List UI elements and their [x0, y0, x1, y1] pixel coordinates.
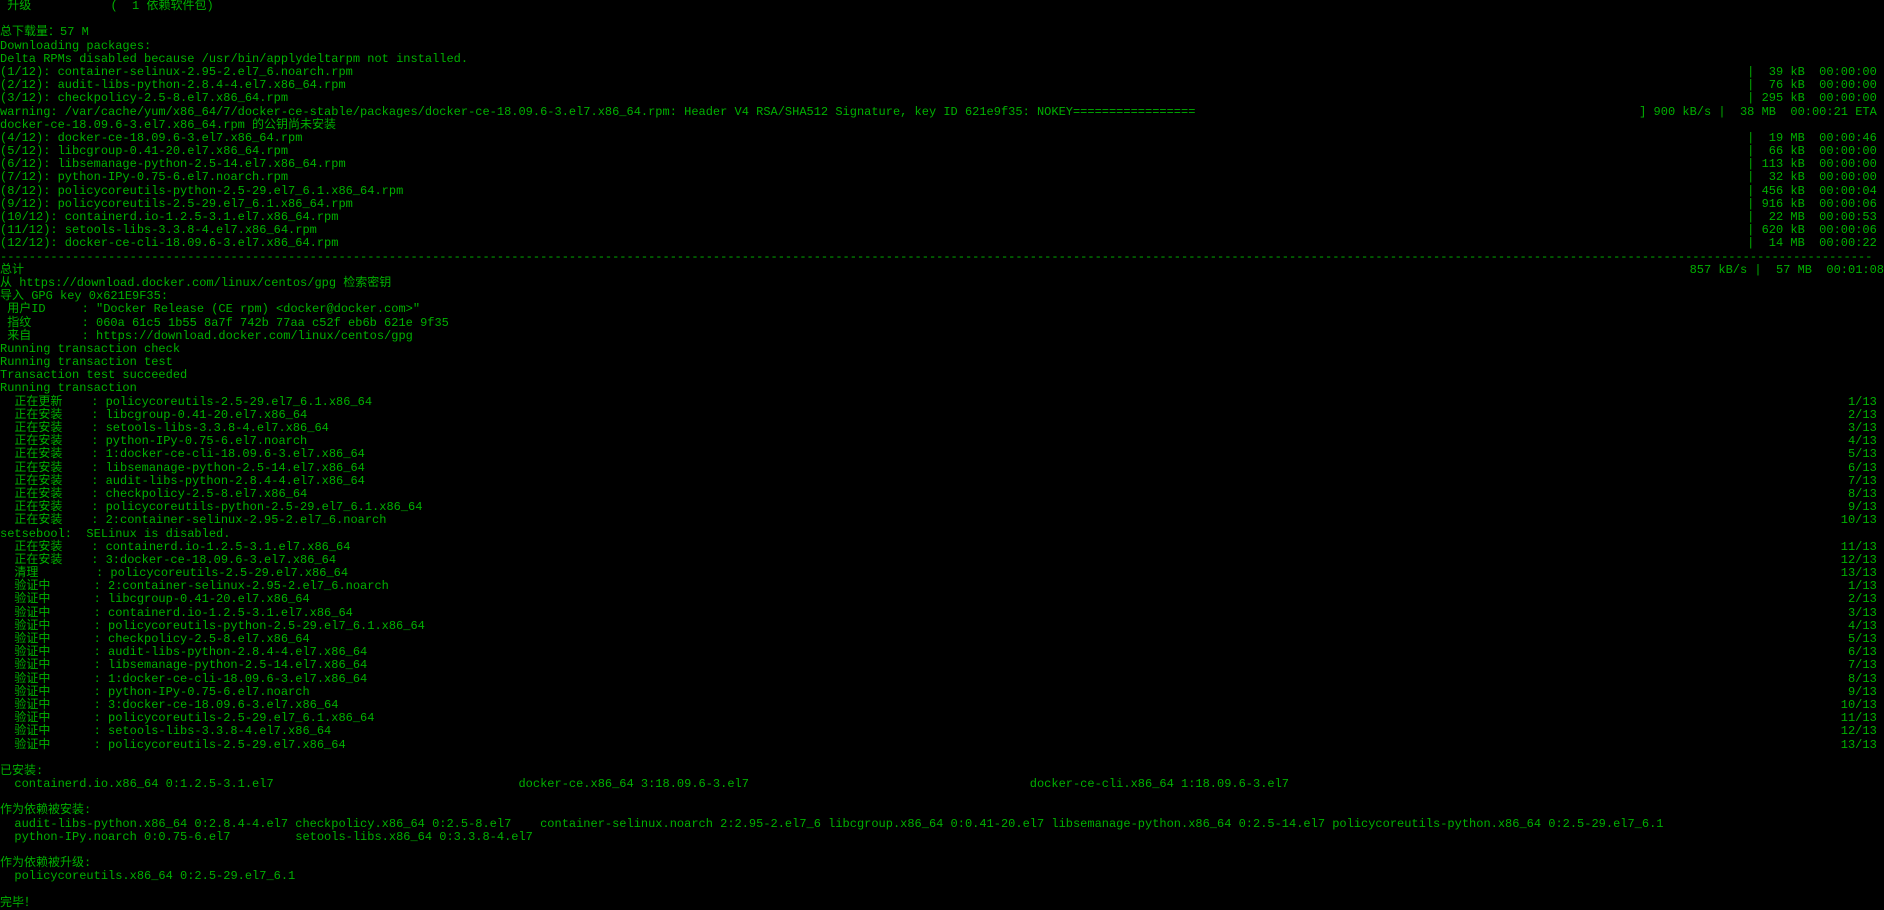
terminal-line: 总下载量：57 M	[0, 26, 1884, 39]
terminal-line: 作为依赖被安装:	[0, 804, 1884, 817]
terminal-line: (8/12): policycoreutils-python-2.5-29.el…	[0, 185, 1884, 198]
terminal-line: 来自 : https://download.docker.com/linux/c…	[0, 330, 1884, 343]
terminal-line: 验证中 : python-IPy-0.75-6.el7.noarch 9/13	[0, 686, 1884, 699]
terminal-line: Running transaction check	[0, 343, 1884, 356]
terminal-line: docker-ce-18.09.6-3.el7.x86_64.rpm 的公钥尚未…	[0, 119, 1884, 132]
terminal-line: policycoreutils.x86_64 0:2.5-29.el7_6.1	[0, 870, 1884, 883]
terminal-line: (7/12): python-IPy-0.75-6.el7.noarch.rpm…	[0, 171, 1884, 184]
terminal-line: (3/12): checkpolicy-2.5-8.el7.x86_64.rpm…	[0, 92, 1884, 105]
terminal-line: Downloading packages:	[0, 40, 1884, 53]
terminal-line: Running transaction	[0, 382, 1884, 395]
terminal-line: 验证中 : 1:docker-ce-cli-18.09.6-3.el7.x86_…	[0, 673, 1884, 686]
terminal-line: 正在安装 : libsemanage-python-2.5-14.el7.x86…	[0, 462, 1884, 475]
terminal-line: python-IPy.noarch 0:0.75-6.el7 setools-l…	[0, 831, 1884, 844]
terminal-line: (12/12): docker-ce-cli-18.09.6-3.el7.x86…	[0, 237, 1884, 250]
terminal-line: Running transaction test	[0, 356, 1884, 369]
terminal-line	[0, 752, 1884, 765]
terminal-line: 验证中 : setools-libs-3.3.8-4.el7.x86_6412/…	[0, 725, 1884, 738]
terminal-line: audit-libs-python.x86_64 0:2.8.4-4.el7 c…	[0, 818, 1884, 831]
divider: ----------------------------------------…	[0, 251, 1884, 264]
terminal-line: 验证中 : containerd.io-1.2.5-3.1.el7.x86_64…	[0, 607, 1884, 620]
totals-line: 总计 857 kB/s | 57 MB 00:01:08	[0, 264, 1884, 277]
warning-line: warning: /var/cache/yum/x86_64/7/docker-…	[0, 106, 1884, 119]
terminal-line: 升级 ( 1 依赖软件包)	[0, 0, 1884, 13]
terminal-line: 验证中 : libcgroup-0.41-20.el7.x86_64 2/13	[0, 593, 1884, 606]
terminal-line: 验证中 : policycoreutils-2.5-29.el7.x86_641…	[0, 739, 1884, 752]
terminal-line: 正在安装 : 2:container-selinux-2.95-2.el7_6.…	[0, 514, 1884, 527]
terminal-line: 从 https://download.docker.com/linux/cent…	[0, 277, 1884, 290]
terminal-line: 正在安装 : 1:docker-ce-cli-18.09.6-3.el7.x86…	[0, 448, 1884, 461]
terminal-line	[0, 791, 1884, 804]
terminal-line: 指纹 : 060a 61c5 1b55 8a7f 742b 77aa c52f …	[0, 317, 1884, 330]
terminal-line: 用户ID : "Docker Release (CE rpm) <docker@…	[0, 303, 1884, 316]
terminal-line	[0, 884, 1884, 897]
terminal-line: containerd.io.x86_64 0:1.2.5-3.1.el7 doc…	[0, 778, 1884, 791]
terminal-line	[0, 844, 1884, 857]
terminal-line: 正在更新 : policycoreutils-2.5-29.el7_6.1.x8…	[0, 396, 1884, 409]
terminal-line: Delta RPMs disabled because /usr/bin/app…	[0, 53, 1884, 66]
terminal-line: setsebool: SELinux is disabled.	[0, 528, 1884, 541]
terminal-line	[0, 13, 1884, 26]
terminal-line: 正在安装 : audit-libs-python-2.8.4-4.el7.x86…	[0, 475, 1884, 488]
terminal-line: 正在安装 : containerd.io-1.2.5-3.1.el7.x86_6…	[0, 541, 1884, 554]
terminal-line: 验证中 : libsemanage-python-2.5-14.el7.x86_…	[0, 659, 1884, 672]
terminal-line: Transaction test succeeded	[0, 369, 1884, 382]
